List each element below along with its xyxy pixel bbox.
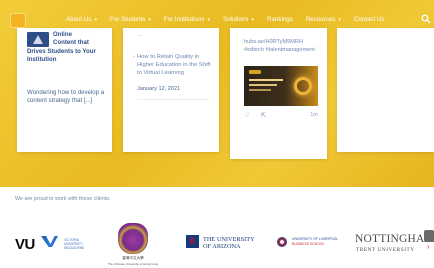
site-logo[interactable] xyxy=(11,14,25,27)
chevron-down-icon: ▾ xyxy=(251,16,255,23)
related-post-link[interactable]: › How to Retain Quality in Higher Educat… xyxy=(133,53,211,77)
social-post-text[interactable]: hubs.ae/H0RTyM9MRH #edtech #talentmanage… xyxy=(244,38,322,54)
nav-item-resources[interactable]: Resources ▾ xyxy=(306,16,341,23)
nav-item-for-institutions[interactable]: For Institutions ▾ xyxy=(164,16,210,23)
ntu-name: NOTTINGHAM xyxy=(355,233,434,245)
vu-tagline: VICTORIA UNIVERSITY MELBOURNE xyxy=(64,238,85,250)
bu-subname: BUSINESS SCHOOL xyxy=(292,242,325,246)
post-card xyxy=(337,28,434,152)
card-top-text: ... xyxy=(137,32,142,38)
likes-count: 1m xyxy=(310,112,318,118)
arizona-name: THE UNIVERSITY OF ARIZONA xyxy=(203,236,255,250)
heart-icon[interactable]: ♡ xyxy=(244,112,249,119)
image-text-line xyxy=(249,89,271,91)
social-post-card: hubs.ae/H0RTyM9MRH #edtech #talentmanage… xyxy=(230,28,327,159)
post-excerpt: Wondering how to develop a content strat… xyxy=(27,89,105,105)
post-title[interactable]: Online Content that Drives Students to Y… xyxy=(27,31,107,65)
image-badge xyxy=(249,70,261,74)
bu-seal-icon xyxy=(277,237,287,247)
chevron-down-icon: ▾ xyxy=(338,16,341,23)
chevron-down-icon: ▾ xyxy=(94,16,97,23)
vu-wordmark: VU xyxy=(15,236,35,253)
nav-menu: About Us ▾ For Students ▾ For Institutions… xyxy=(66,16,398,23)
cuhk-english-name: The Chinese University of Hong Kong xyxy=(107,262,159,266)
search-icon[interactable] xyxy=(421,14,431,24)
chevron-down-icon: ▾ xyxy=(148,16,151,23)
ntu-subname: TRENT UNIVERSITY xyxy=(356,247,415,253)
carousel-handle-icon[interactable] xyxy=(424,230,434,242)
glow-ring-graphic xyxy=(294,77,312,95)
clients-heading: We are proud to work with these clients: xyxy=(15,196,111,202)
vu-v-icon xyxy=(41,236,58,247)
cuhk-chinese-name: 香港中文大學 xyxy=(122,256,144,260)
bullet-icon: › xyxy=(133,54,135,60)
post-date: January 12, 2021 xyxy=(137,86,181,92)
post-card[interactable]: Online Content that Drives Students to Y… xyxy=(17,28,112,152)
social-post-image[interactable] xyxy=(244,66,318,106)
image-text-line xyxy=(249,84,277,86)
share-icon[interactable]: ⇱ xyxy=(261,112,266,119)
nav-item-for-students[interactable]: For Students ▾ xyxy=(110,16,151,23)
nav-item-contact-us[interactable]: Contact Us xyxy=(354,16,385,23)
carousel-next-icon[interactable]: › xyxy=(427,244,429,251)
arizona-logo-icon: A xyxy=(186,235,199,248)
nav-item-solutions[interactable]: Solutions ▾ xyxy=(223,16,254,23)
chevron-down-icon: ▾ xyxy=(207,16,211,23)
client-logos: VU VICTORIA UNIVERSITY MELBOURNE 香港中文大學 … xyxy=(0,220,434,268)
social-actions: ♡ ⇱ 1m xyxy=(244,112,318,122)
nav-item-about-us[interactable]: About Us ▾ xyxy=(66,16,97,23)
bu-name: UNIVERSITY OF LIVERPOOL xyxy=(292,237,339,241)
cuhk-crest-icon xyxy=(118,223,148,254)
post-card: ... › How to Retain Quality in Higher Ed… xyxy=(123,28,219,152)
image-text-line xyxy=(249,79,283,81)
divider xyxy=(137,99,209,100)
nav-item-rankings[interactable]: Rankings xyxy=(267,16,293,23)
